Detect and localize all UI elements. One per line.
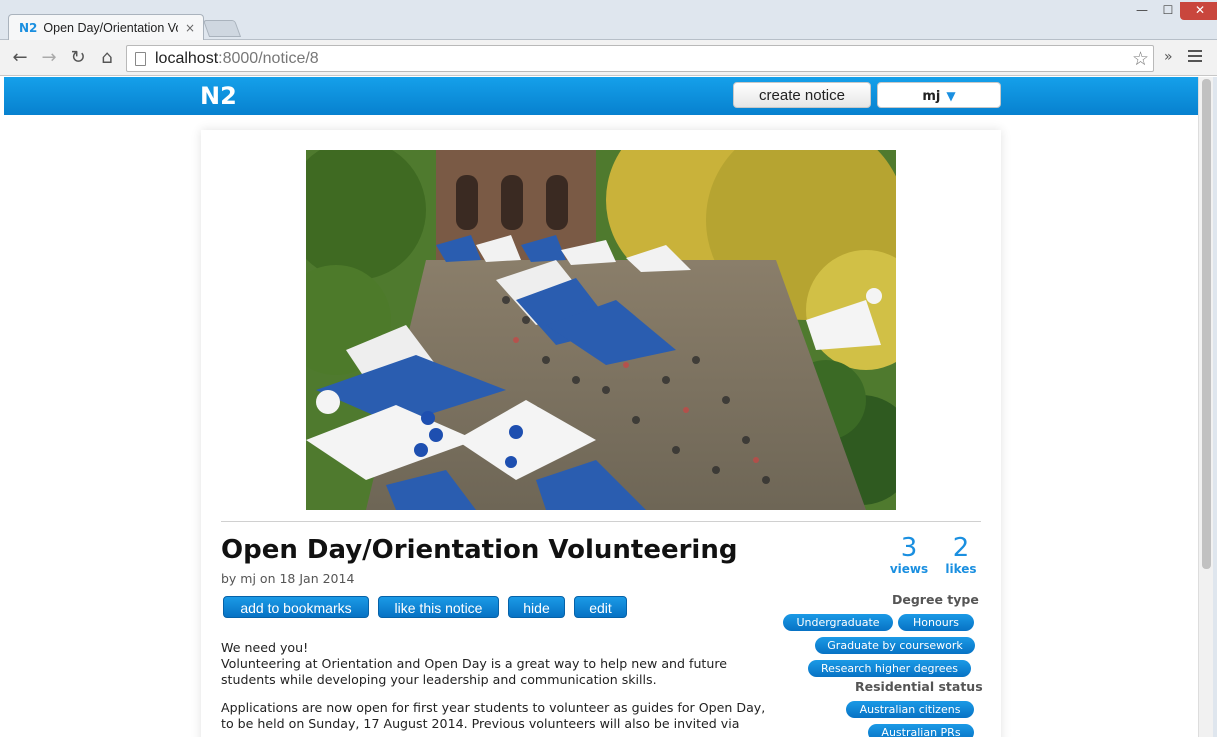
browser-toolbar: ← → ↻ ⌂ localhost:8000/notice/8 ☆ » (0, 40, 1217, 76)
hide-button[interactable]: hide (508, 596, 565, 618)
browser-titlebar: N2 Open Day/Orientation Vol × — ☐ ✕ (0, 0, 1217, 41)
tag-honours[interactable]: Honours (898, 614, 974, 631)
tab-favicon: N2 (19, 21, 38, 35)
tag-graduate-coursework[interactable]: Graduate by coursework (815, 637, 975, 654)
views-stat: 3 views (887, 534, 931, 576)
likes-count: 2 (952, 533, 970, 563)
reload-icon[interactable]: ↻ (67, 47, 89, 69)
degree-type-heading: Degree type (892, 592, 979, 607)
forward-icon[interactable]: → (38, 47, 60, 69)
residential-status-heading: Residential status (855, 679, 983, 694)
new-tab-button[interactable] (202, 20, 242, 37)
scrollbar[interactable] (1198, 77, 1213, 737)
tab-title: Open Day/Orientation Vol (43, 21, 179, 35)
body-line: Volunteering at Orientation and Open Day… (221, 656, 728, 687)
chevron-down-icon: ▼ (946, 89, 956, 103)
likes-label: likes (945, 562, 977, 576)
tag-australian-citizens[interactable]: Australian citizens (846, 701, 974, 718)
like-notice-button[interactable]: like this notice (378, 596, 499, 618)
edit-button[interactable]: edit (574, 596, 627, 618)
body-line: We need you! (221, 640, 309, 655)
maximize-icon[interactable]: ☐ (1154, 2, 1182, 20)
bookmark-star-icon[interactable]: ☆ (1132, 48, 1149, 70)
extensions-chevron-icon[interactable]: » (1164, 49, 1173, 65)
likes-stat: 2 likes (940, 534, 982, 576)
create-notice-button[interactable]: create notice (733, 82, 871, 108)
views-count: 3 (900, 533, 918, 563)
page-viewport: N2 create notice mj ▼ Open Day/Orientati… (4, 77, 1198, 737)
notice-byline: by mj on 18 Jan 2014 (221, 571, 355, 586)
add-to-bookmarks-button[interactable]: add to bookmarks (223, 596, 369, 618)
scrollbar-thumb[interactable] (1202, 79, 1211, 569)
back-icon[interactable]: ← (9, 47, 31, 69)
user-name: mj (922, 89, 941, 104)
tag-australian-prs[interactable]: Australian PRs (868, 724, 974, 737)
url-host: localhost (155, 49, 219, 67)
notice-image (306, 150, 896, 510)
tag-undergraduate[interactable]: Undergraduate (783, 614, 893, 631)
views-label: views (889, 562, 929, 576)
menu-icon[interactable] (1188, 50, 1202, 65)
window-close-icon[interactable]: ✕ (1180, 2, 1217, 20)
notice-title: Open Day/Orientation Volunteering (221, 535, 738, 565)
body-paragraph: Applications are now open for first year… (221, 700, 766, 731)
home-icon[interactable]: ⌂ (96, 47, 118, 69)
window-border (1213, 77, 1217, 737)
page-icon (135, 51, 146, 66)
tab-close-icon[interactable]: × (185, 21, 195, 35)
tag-research-degrees[interactable]: Research higher degrees (808, 660, 971, 677)
minimize-icon[interactable]: — (1128, 2, 1156, 20)
app-header: N2 create notice mj ▼ (4, 77, 1198, 115)
address-bar[interactable]: localhost:8000/notice/8 ☆ (126, 45, 1154, 72)
url-path: :8000/notice/8 (218, 49, 319, 67)
divider (221, 521, 981, 522)
browser-tab[interactable]: N2 Open Day/Orientation Vol × (8, 14, 204, 41)
app-logo[interactable]: N2 (200, 82, 237, 110)
notice-card: Open Day/Orientation Volunteering by mj … (201, 130, 1001, 737)
user-menu-button[interactable]: mj ▼ (877, 82, 1001, 108)
notice-body: We need you! Volunteering at Orientation… (221, 640, 781, 737)
